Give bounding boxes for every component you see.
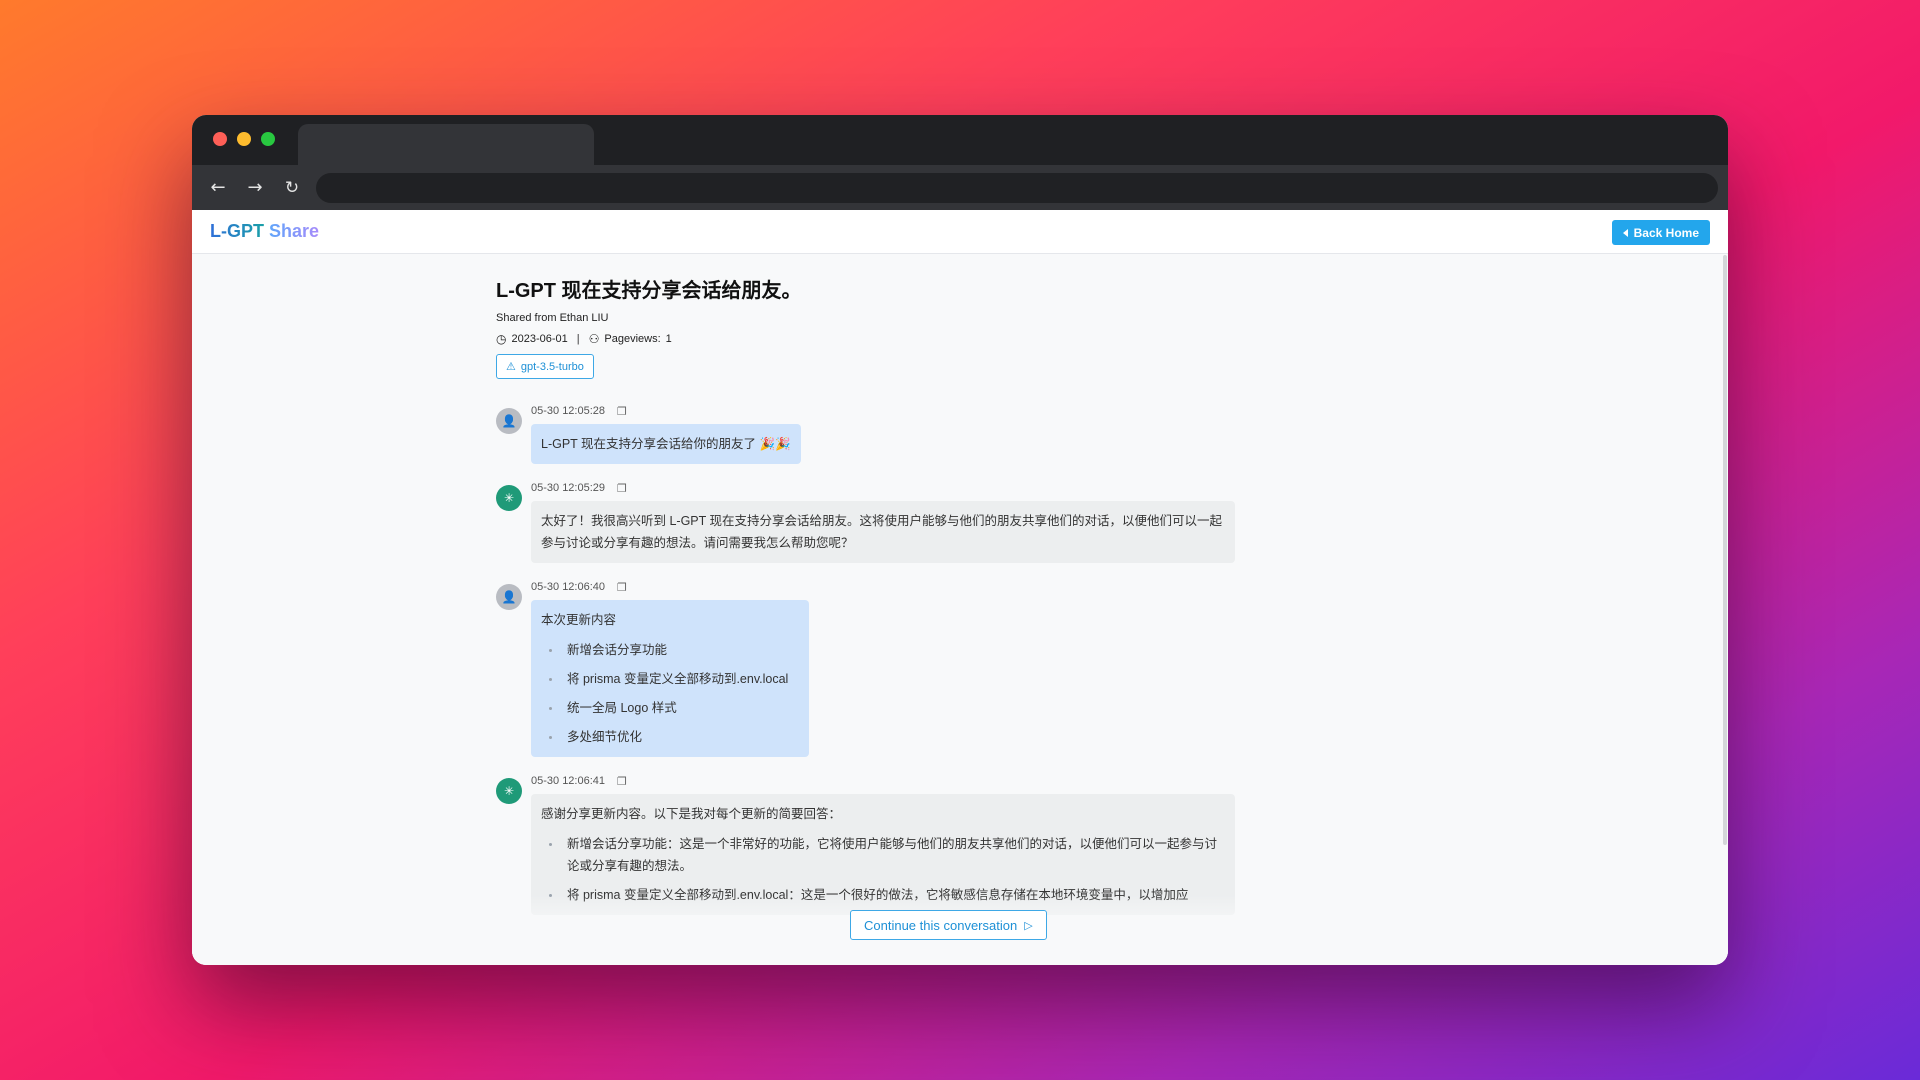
share-date: 2023-06-01 — [511, 333, 568, 345]
minimize-window-button[interactable] — [237, 132, 251, 146]
list-item: 新增会话分享功能：这是一个非常好的功能，它将使用户能够与他们的朋友共享他们的对话… — [541, 833, 1225, 877]
forward-arrow-icon[interactable]: → — [241, 174, 269, 202]
conversation-meta: ◷ 2023-06-01 | ⚇ Pageviews: 1 — [496, 332, 1236, 346]
message-assistant: ✳ 05-30 12:05:29 ❐ 太好了！我很高兴听到 L-GPT 现在支持… — [496, 481, 1236, 563]
copy-icon[interactable]: ❐ — [617, 775, 627, 788]
play-forward-icon: ▷ — [1024, 918, 1033, 932]
message-time: 05-30 12:06:40 — [531, 581, 606, 593]
message-text: L-GPT 现在支持分享会话给你的朋友了 🎉🎉 — [541, 437, 791, 451]
page-title: L-GPT 现在支持分享会话给朋友。 — [496, 280, 802, 302]
address-bar[interactable] — [316, 173, 1718, 203]
app-header: L-GPT Share Back Home — [192, 210, 1728, 254]
message-header: 05-30 12:05:29 ❐ — [531, 481, 1236, 495]
app-logo[interactable]: L-GPT Share — [210, 221, 319, 242]
model-name: gpt-3.5-turbo — [520, 360, 584, 373]
message-time: 05-30 12:05:29 — [531, 482, 606, 494]
chatgpt-avatar: ✳ — [496, 778, 522, 804]
scrollbar[interactable] — [1723, 255, 1727, 845]
message-header: 05-30 12:06:40 ❐ — [531, 580, 1236, 594]
message-text: 感谢分享更新内容。以下是我对每个更新的简要回答： — [541, 807, 842, 821]
window-controls — [213, 132, 275, 146]
message-text: 本次更新内容 — [541, 613, 617, 627]
meta-divider: | — [576, 333, 580, 345]
clock-icon: ◷ — [496, 332, 507, 346]
user-avatar: 👤 — [496, 584, 522, 610]
message-header: 05-30 12:06:41 ❐ — [531, 774, 1236, 788]
pageviews-count: 1 — [665, 333, 672, 345]
maximize-window-button[interactable] — [261, 132, 275, 146]
message-bubble: 本次更新内容 新增会话分享功能 将 prisma 变量定义全部移动到.env.l… — [531, 600, 809, 757]
message-user: 👤 05-30 12:06:40 ❐ 本次更新内容 新增会话分享功能 将 pri… — [496, 580, 1236, 757]
close-window-button[interactable] — [213, 132, 227, 146]
list-item: 将 prisma 变量定义全部移动到.env.local — [541, 668, 799, 690]
model-tag: ⚠ gpt-3.5-turbo — [496, 354, 594, 379]
reload-icon[interactable]: ↻ — [278, 174, 306, 202]
logo-main-text: L-GPT — [210, 221, 264, 241]
openai-triangle-icon: ⚠ — [506, 361, 516, 373]
logo-share-text: Share — [269, 221, 320, 241]
users-icon: ⚇ — [588, 332, 600, 346]
back-arrow-icon[interactable]: ← — [204, 174, 232, 202]
browser-tab[interactable] — [298, 124, 594, 165]
page-viewport: L-GPT Share Back Home L-GPT 现在支持分享会话给朋友。… — [192, 210, 1728, 965]
message-assistant: ✳ 05-30 12:06:41 ❐ 感谢分享更新内容。以下是我对每个更新的简要… — [496, 774, 1236, 915]
list-item: 统一全局 Logo 样式 — [541, 697, 799, 719]
list-item: 多处细节优化 — [541, 726, 799, 748]
message-user: 👤 05-30 12:05:28 ❐ L-GPT 现在支持分享会话给你的朋友了 … — [496, 404, 1236, 464]
user-avatar: 👤 — [496, 408, 522, 434]
back-home-button[interactable]: Back Home — [1611, 220, 1710, 245]
conversation-content: L-GPT 现在支持分享会话给朋友。 Shared from Ethan LIU… — [496, 254, 1236, 932]
copy-icon[interactable]: ❐ — [617, 482, 627, 495]
message-bubble: 太好了！我很高兴听到 L-GPT 现在支持分享会话给朋友。这将使用户能够与他们的… — [531, 501, 1235, 563]
continue-label: Continue this conversation — [864, 917, 1018, 933]
browser-toolbar: ← → ↻ — [192, 165, 1728, 210]
message-bubble: L-GPT 现在支持分享会话给你的朋友了 🎉🎉 — [531, 424, 801, 464]
update-list: 新增会话分享功能 将 prisma 变量定义全部移动到.env.local 统一… — [541, 639, 799, 748]
caret-left-icon — [1622, 228, 1628, 237]
browser-window: ← → ↻ L-GPT Share Back Home L-GPT 现在支持分享… — [192, 115, 1728, 965]
chatgpt-avatar: ✳ — [496, 485, 522, 511]
continue-conversation-button[interactable]: Continue this conversation ▷ — [850, 910, 1047, 940]
browser-titlebar — [192, 115, 1728, 165]
message-header: 05-30 12:05:28 ❐ — [531, 404, 1236, 418]
back-home-label: Back Home — [1633, 225, 1699, 240]
copy-icon[interactable]: ❐ — [617, 405, 627, 418]
pageviews-label: Pageviews: — [604, 333, 661, 345]
message-time: 05-30 12:06:41 — [531, 775, 606, 787]
message-time: 05-30 12:05:28 — [531, 405, 606, 417]
message-text: 太好了！我很高兴听到 L-GPT 现在支持分享会话给朋友。这将使用户能够与他们的… — [541, 514, 1223, 550]
shared-from: Shared from Ethan LIU — [496, 312, 609, 324]
copy-icon[interactable]: ❐ — [617, 581, 627, 594]
list-item: 新增会话分享功能 — [541, 639, 799, 661]
message-list: 👤 05-30 12:05:28 ❐ L-GPT 现在支持分享会话给你的朋友了 … — [496, 404, 1236, 915]
